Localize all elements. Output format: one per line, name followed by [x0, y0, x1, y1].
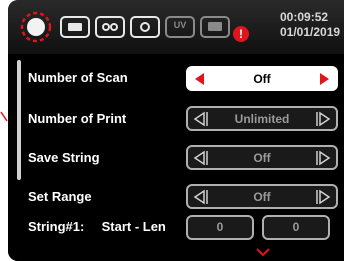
selector-value: Off: [253, 190, 271, 204]
cassette-icon[interactable]: [95, 16, 125, 38]
string-start-field[interactable]: 0: [186, 215, 254, 240]
string-sublabel: Start - Len: [101, 219, 166, 234]
prev-arrow-icon[interactable]: [191, 188, 209, 206]
clock: 00:09:52 01/01/2019: [280, 10, 340, 40]
status-bar: UV ! 00:09:52 01/01/2019: [8, 0, 344, 54]
device-screen: UV ! 00:09:52 01/01/2019 Number of Scan …: [8, 0, 344, 261]
camera-icon[interactable]: [130, 16, 160, 38]
printer-icon[interactable]: [200, 16, 230, 38]
next-arrow-icon[interactable]: [315, 110, 333, 128]
prev-arrow-icon[interactable]: [191, 70, 209, 88]
selector-value: Off: [253, 72, 271, 86]
next-arrow-icon[interactable]: [315, 149, 333, 167]
next-arrow-icon[interactable]: [315, 70, 333, 88]
scroll-down-chevron-icon[interactable]: [255, 247, 271, 257]
time-text: 00:09:52: [280, 10, 329, 24]
selector-value: Off: [253, 151, 271, 165]
number-of-print-selector[interactable]: Unlimited: [186, 106, 338, 131]
row-label-string-1: String#1: Start - Len: [28, 219, 166, 234]
string-length-field[interactable]: 0: [262, 215, 330, 240]
next-arrow-icon[interactable]: [315, 188, 333, 206]
string-label: String#1:: [28, 219, 85, 234]
battery-icon: [60, 16, 90, 38]
date-text: 01/01/2019: [280, 25, 341, 39]
number-of-scan-selector[interactable]: Off: [186, 66, 338, 91]
scrollbar[interactable]: [17, 60, 21, 180]
selector-value: Unlimited: [234, 112, 290, 126]
home-button-icon[interactable]: [20, 11, 52, 43]
row-label-number-of-scan: Number of Scan: [28, 70, 128, 85]
row-label-set-range: Set Range: [28, 189, 92, 204]
save-string-selector[interactable]: Off: [186, 145, 338, 170]
set-range-selector[interactable]: Off: [186, 184, 338, 209]
row-label-number-of-print: Number of Print: [28, 111, 127, 126]
uv-label: UV: [173, 20, 187, 30]
row-label-save-string: Save String: [28, 150, 100, 165]
uv-icon[interactable]: UV: [165, 16, 195, 38]
alert-badge: !: [233, 26, 249, 42]
prev-arrow-icon[interactable]: [191, 149, 209, 167]
prev-arrow-icon[interactable]: [191, 110, 209, 128]
